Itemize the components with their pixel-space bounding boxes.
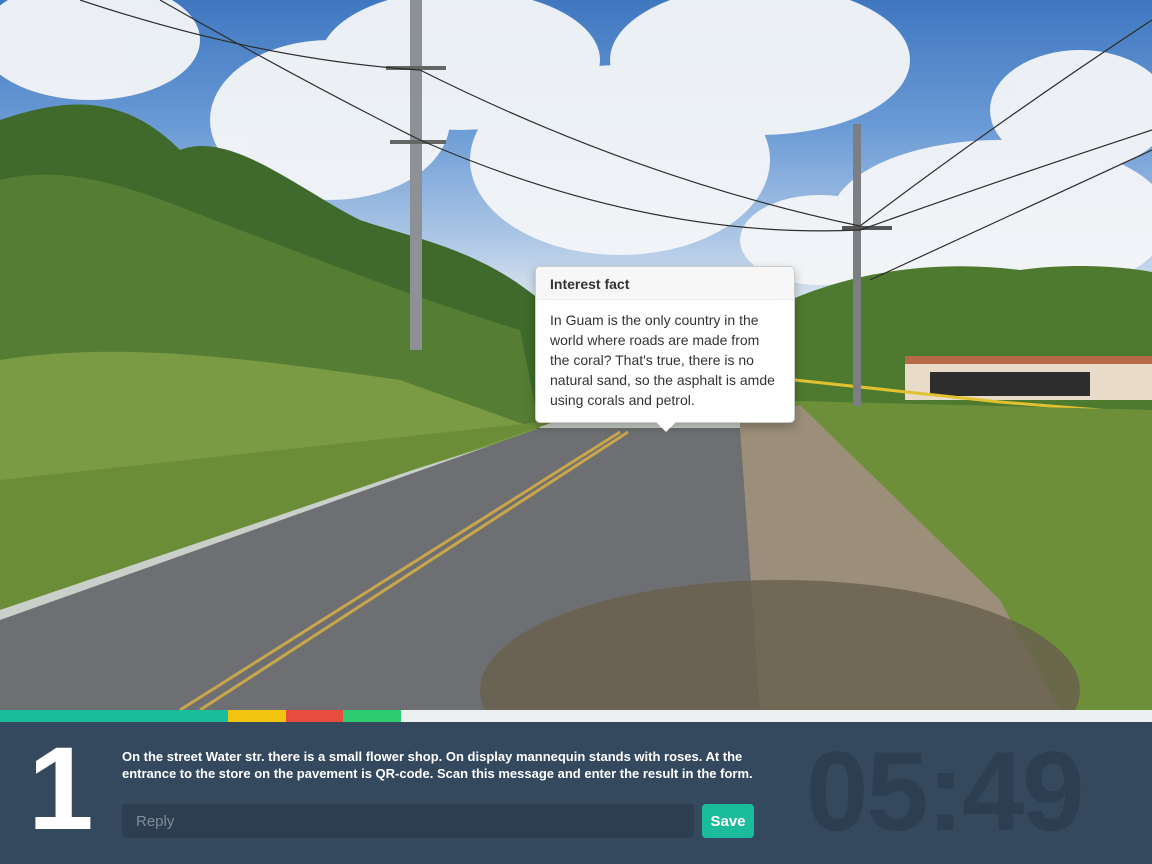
progress-segment: [343, 710, 401, 722]
progress-segment: [285, 710, 344, 722]
progress-bar: [0, 710, 1152, 722]
task-panel: 1 On the street Water str. there is a sm…: [0, 722, 1152, 864]
task-description: On the street Water str. there is a smal…: [122, 749, 753, 781]
interest-fact-popover: Interest fact In Guam is the only countr…: [535, 266, 795, 432]
popover-title: Interest fact: [536, 267, 794, 300]
popover-arrow: [656, 422, 676, 432]
save-button[interactable]: Save: [702, 804, 754, 838]
progress-segment: [228, 710, 286, 722]
step-number: 1: [28, 723, 94, 855]
progress-segment: [0, 710, 229, 722]
countdown-timer: 05:49: [806, 729, 1084, 854]
popover-content: In Guam is the only country in the world…: [550, 312, 775, 408]
reply-input[interactable]: [122, 804, 694, 838]
